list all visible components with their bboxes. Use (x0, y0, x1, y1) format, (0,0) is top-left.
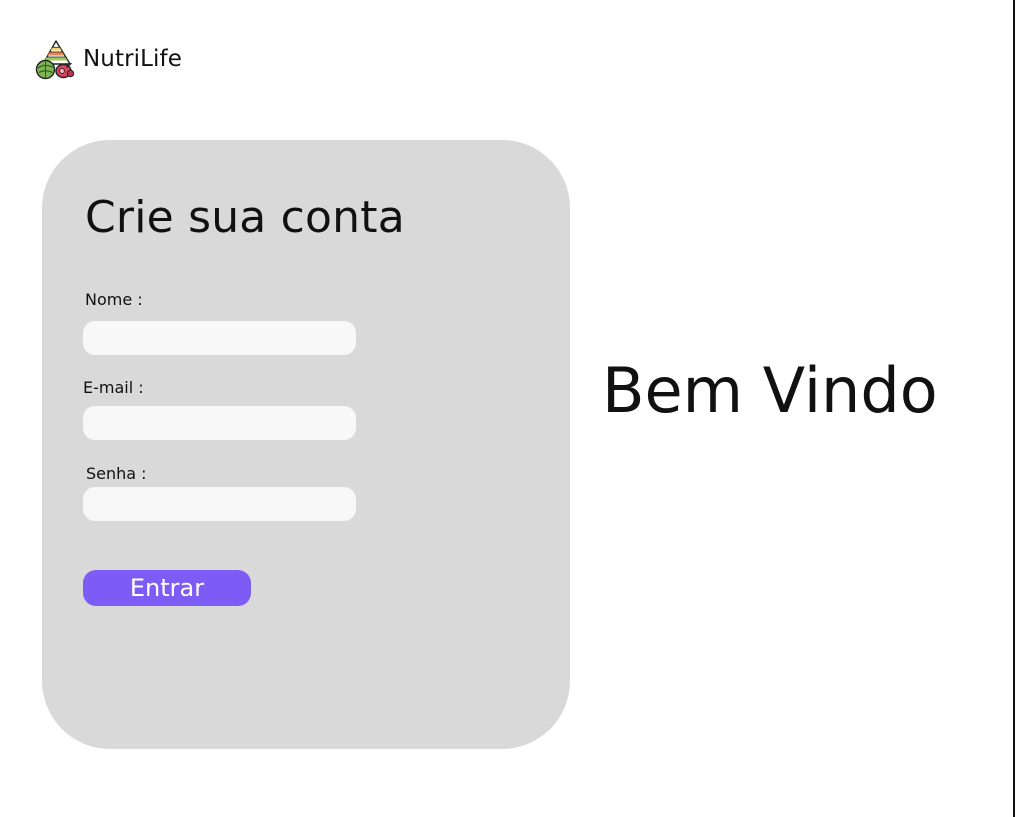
signup-card: Crie sua conta Nome : E-mail : Senha : E… (42, 140, 570, 749)
name-label: Nome : (85, 290, 143, 309)
name-input[interactable] (83, 321, 356, 355)
submit-button[interactable]: Entrar (83, 570, 251, 606)
welcome-heading: Bem Vindo (602, 354, 938, 427)
brand-name: NutriLife (83, 46, 182, 72)
brand-header[interactable]: NutriLife (35, 38, 182, 82)
email-label: E-mail : (83, 378, 144, 397)
signup-title: Crie sua conta (85, 192, 405, 243)
password-label: Senha : (86, 464, 147, 483)
food-pyramid-logo-icon (35, 40, 75, 80)
email-input[interactable] (83, 406, 356, 440)
page-right-border (1013, 0, 1015, 817)
password-input[interactable] (83, 487, 356, 521)
